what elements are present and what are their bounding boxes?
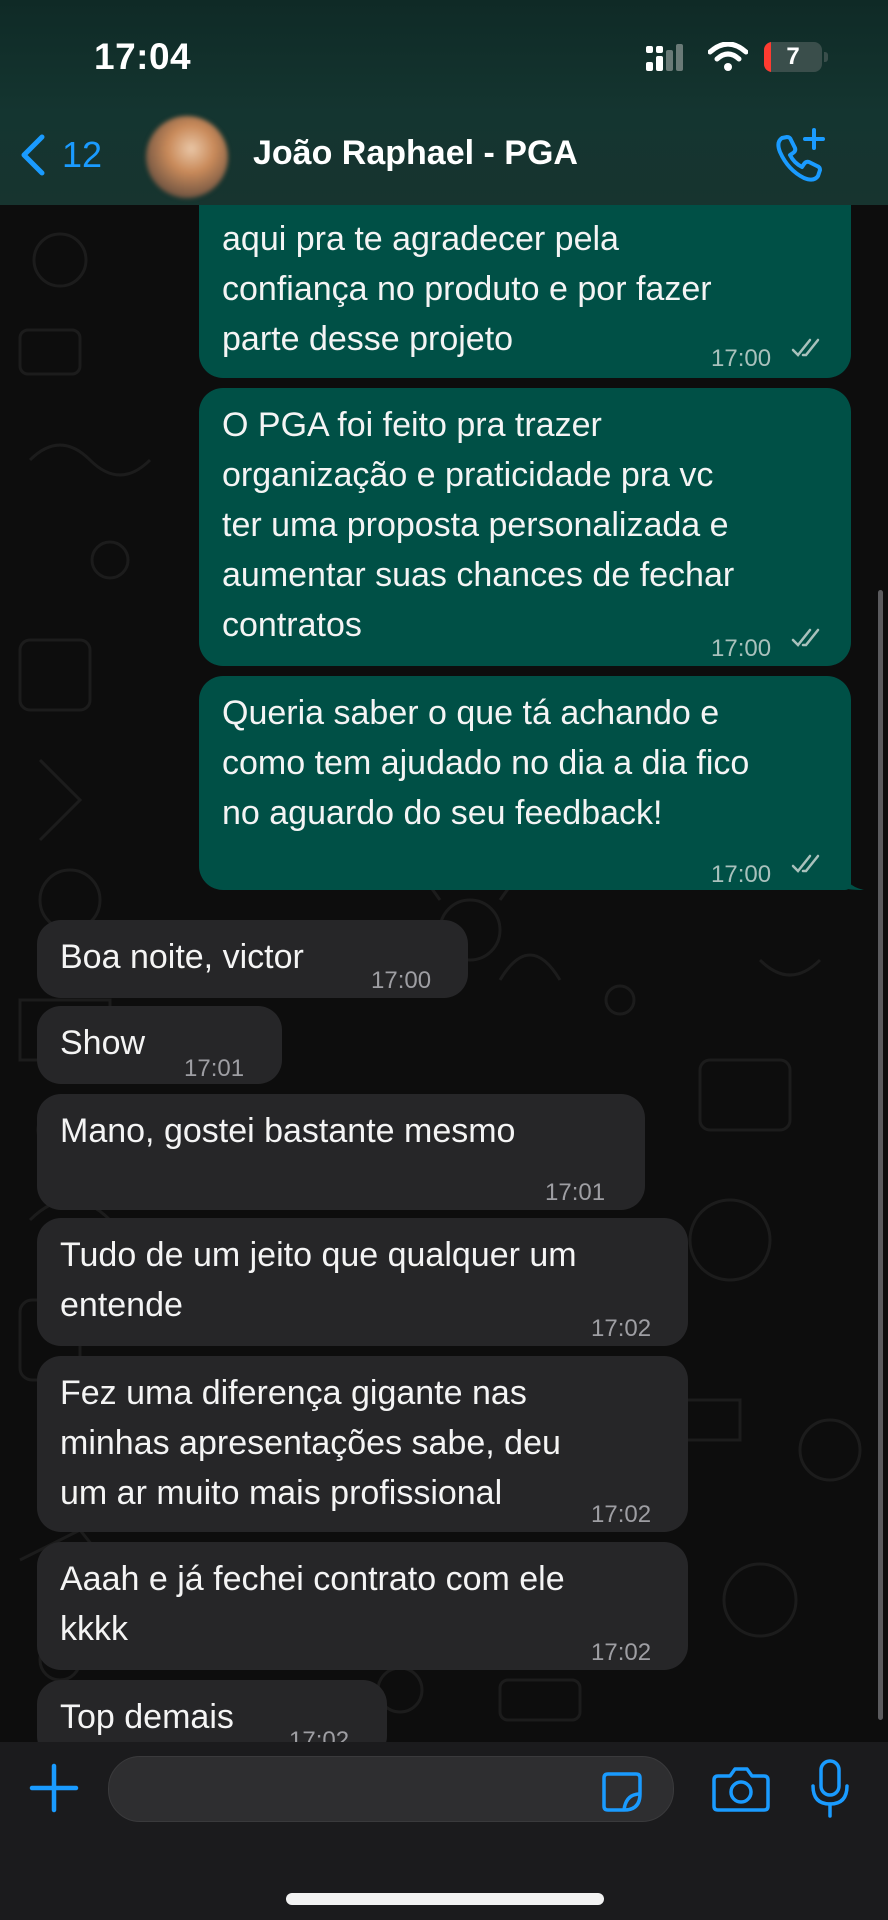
back-button[interactable]: 12 — [18, 130, 102, 180]
message-text: Mano, gostei bastante mesmo — [60, 1112, 516, 1150]
message-time: 17:01 — [545, 1179, 606, 1206]
unread-count: 12 — [62, 134, 103, 175]
message-outgoing[interactable]: Queria saber o que tá achando e como tem… — [199, 676, 851, 890]
message-incoming[interactable]: Mano, gostei bastante mesmo 17:01 — [37, 1094, 645, 1210]
message-incoming[interactable]: Boa noite, victor 17:00 — [37, 920, 468, 998]
chat-header: 17:04 7 12 João Raphael - PGA — [0, 0, 888, 205]
double-check-icon — [791, 628, 820, 647]
message-time: 17:01 — [184, 1055, 245, 1082]
battery-cap — [824, 52, 828, 62]
message-time: 17:00 — [711, 635, 772, 662]
scrollbar[interactable] — [878, 590, 883, 1720]
camera-icon[interactable] — [712, 1764, 770, 1814]
message-incoming[interactable]: Tudo de um jeito que qualquer um entende… — [37, 1218, 688, 1346]
message-incoming[interactable]: Aaah e já fechei contrato com ele kkkk 1… — [37, 1542, 688, 1670]
message-text: Aaah e já fechei contrato com ele kkkk — [60, 1560, 565, 1648]
message-text: Fez uma diferença gigante nas minhas apr… — [60, 1374, 561, 1512]
message-time: 17:02 — [591, 1315, 652, 1342]
phone-add-icon[interactable] — [772, 128, 828, 184]
avatar[interactable] — [146, 116, 228, 198]
status-time: 17:04 — [94, 36, 192, 77]
message-outgoing[interactable]: O PGA foi feito pra trazer organização e… — [199, 388, 851, 666]
message-time: 17:00 — [711, 861, 772, 888]
message-time: 17:00 — [371, 967, 432, 994]
message-text: Queria saber o que tá achando e como tem… — [222, 694, 750, 832]
double-check-icon — [791, 338, 820, 357]
cellular-signal-icon — [646, 44, 683, 71]
microphone-icon[interactable] — [808, 1758, 852, 1820]
home-indicator[interactable] — [286, 1893, 604, 1905]
battery-indicator: 7 — [764, 42, 822, 72]
double-check-icon — [791, 854, 820, 873]
message-time: 17:00 — [711, 345, 772, 372]
sticker-icon[interactable] — [600, 1770, 644, 1814]
wifi-icon — [708, 42, 748, 71]
message-text: O PGA foi feito pra trazer organização e… — [222, 406, 735, 644]
message-input[interactable] — [108, 1756, 674, 1822]
chevron-left-icon — [21, 134, 45, 176]
message-time: 17:02 — [591, 1639, 652, 1666]
plus-icon[interactable] — [28, 1762, 80, 1814]
battery-level: 7 — [786, 43, 800, 70]
message-incoming[interactable]: Fez uma diferença gigante nas minhas apr… — [37, 1356, 688, 1532]
message-time: 17:02 — [591, 1501, 652, 1528]
message-text: Tudo de um jeito que qualquer um entende — [60, 1236, 577, 1324]
bubble-tail — [838, 864, 864, 890]
contact-name[interactable]: João Raphael - PGA — [253, 134, 578, 173]
message-incoming[interactable]: Show 17:01 — [37, 1006, 282, 1084]
